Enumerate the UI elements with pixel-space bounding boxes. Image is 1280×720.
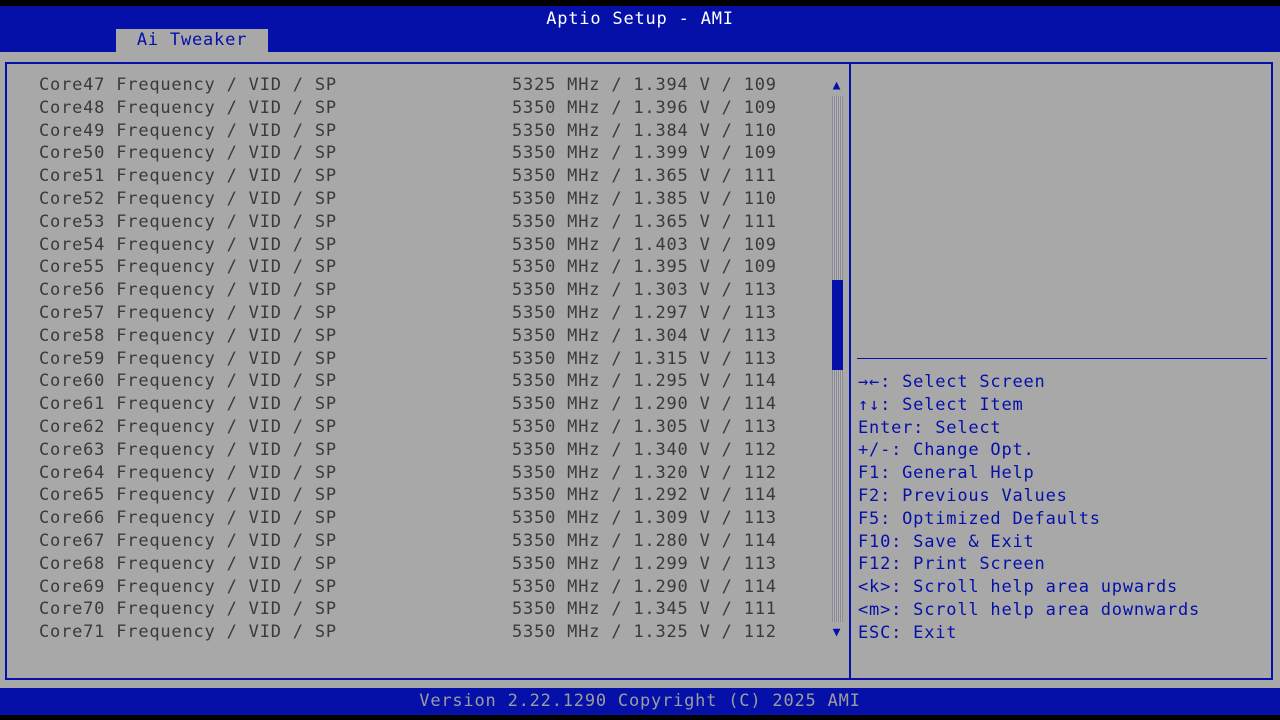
key-help-item: F10: Save & Exit <box>858 531 1035 552</box>
core-row-label: Core54 Frequency / VID / SP <box>39 234 337 255</box>
scroll-down-arrow-icon[interactable]: ▼ <box>830 626 844 640</box>
core-row-value: 5350 MHz / 1.304 V / 113 <box>512 325 777 346</box>
core-row[interactable]: Core49 Frequency / VID / SP 5350 MHz / 1.… <box>39 120 829 143</box>
core-row-label: Core62 Frequency / VID / SP <box>39 417 337 437</box>
version-copyright: Version 2.22.1290 Copyright (C) 2025 AMI <box>419 691 861 711</box>
core-row-label: Core56 Frequency / VID / SP <box>39 280 337 301</box>
core-row-value: 5350 MHz / 1.365 V / 111 <box>512 166 777 187</box>
core-row[interactable]: Core68 Frequency / VID / SP 5350 MHz / 1.… <box>39 553 829 576</box>
core-row-value: 5350 MHz / 1.395 V / 109 <box>512 257 777 278</box>
core-row[interactable]: Core56 Frequency / VID / SP 5350 MHz / 1.… <box>39 279 829 302</box>
help-separator <box>857 358 1267 359</box>
core-row-label: Core57 Frequency / VID / SP <box>39 303 337 323</box>
core-row-label: Core58 Frequency / VID / SP <box>39 325 337 346</box>
core-row[interactable]: Core54 Frequency / VID / SP 5350 MHz / 1.… <box>39 234 829 257</box>
core-row[interactable]: Core66 Frequency / VID / SP 5350 MHz / 1.… <box>39 507 829 530</box>
core-row-label: Core48 Frequency / VID / SP <box>39 97 337 118</box>
core-row-value: 5350 MHz / 1.303 V / 113 <box>512 280 777 301</box>
core-row[interactable]: Core62 Frequency / VID / SP 5350 MHz / 1.… <box>39 416 829 439</box>
core-row[interactable]: Core52 Frequency / VID / SP 5350 MHz / 1.… <box>39 188 829 211</box>
core-row-value: 5350 MHz / 1.325 V / 112 <box>512 622 777 643</box>
core-row-label: Core55 Frequency / VID / SP <box>39 257 337 278</box>
core-row-value: 5350 MHz / 1.305 V / 113 <box>512 417 777 437</box>
core-row[interactable]: Core61 Frequency / VID / SP 5350 MHz / 1.… <box>39 393 829 416</box>
core-row-value: 5350 MHz / 1.315 V / 113 <box>512 348 777 369</box>
core-row[interactable]: Core60 Frequency / VID / SP 5350 MHz / 1.… <box>39 370 829 393</box>
core-row[interactable]: Core48 Frequency / VID / SP 5350 MHz / 1.… <box>39 97 829 120</box>
core-row-value: 5350 MHz / 1.365 V / 111 <box>512 211 777 232</box>
core-row-value: 5350 MHz / 1.295 V / 114 <box>512 371 777 392</box>
core-row-value: 5350 MHz / 1.290 V / 114 <box>512 576 777 597</box>
key-help-item: →←: Select Screen <box>858 372 1046 392</box>
core-row-value: 5350 MHz / 1.403 V / 109 <box>512 234 777 255</box>
core-row-label: Core66 Frequency / VID / SP <box>39 508 337 529</box>
core-row[interactable]: Core67 Frequency / VID / SP 5350 MHz / 1.… <box>39 530 829 553</box>
title-bar: Aptio Setup - AMI Ai Tweaker <box>0 6 1280 52</box>
scroll-up-arrow-icon[interactable]: ▲ <box>830 79 844 93</box>
core-row-value: 5350 MHz / 1.399 V / 109 <box>512 143 777 164</box>
core-row[interactable]: Core51 Frequency / VID / SP 5350 MHz / 1.… <box>39 165 829 188</box>
core-row[interactable]: Core64 Frequency / VID / SP 5350 MHz / 1.… <box>39 462 829 485</box>
core-row-value: 5350 MHz / 1.299 V / 113 <box>512 553 777 574</box>
core-row-label: Core59 Frequency / VID / SP <box>39 348 337 369</box>
core-row-value: 5350 MHz / 1.297 V / 113 <box>512 303 777 323</box>
core-row-label: Core70 Frequency / VID / SP <box>39 599 337 620</box>
core-row-value: 5350 MHz / 1.320 V / 112 <box>512 462 777 483</box>
core-row[interactable]: Core55 Frequency / VID / SP 5350 MHz / 1.… <box>39 256 829 279</box>
key-help-item: F12: Print Screen <box>858 554 1046 575</box>
key-help-item: F2: Previous Values <box>858 486 1068 506</box>
core-row-value: 5350 MHz / 1.385 V / 110 <box>512 189 777 209</box>
core-row-value: 5350 MHz / 1.280 V / 114 <box>512 531 777 551</box>
core-row[interactable]: Core70 Frequency / VID / SP 5350 MHz / 1.… <box>39 598 829 621</box>
core-row-label: Core65 Frequency / VID / SP <box>39 485 337 506</box>
core-row-label: Core60 Frequency / VID / SP <box>39 371 337 392</box>
core-row-value: 5350 MHz / 1.309 V / 113 <box>512 508 777 529</box>
core-row-label: Core61 Frequency / VID / SP <box>39 394 337 415</box>
key-help-item: F5: Optimized Defaults <box>858 508 1101 529</box>
core-row-label: Core68 Frequency / VID / SP <box>39 553 337 574</box>
core-row-label: Core69 Frequency / VID / SP <box>39 576 337 597</box>
tab-ai-tweaker[interactable]: Ai Tweaker <box>116 29 268 52</box>
scrollbar-thumb[interactable] <box>832 280 843 370</box>
core-row-value: 5325 MHz / 1.394 V / 109 <box>512 75 777 95</box>
main-panel: Core47 Frequency / VID / SP 5325 MHz / 1.… <box>0 52 1280 688</box>
core-row[interactable]: Core50 Frequency / VID / SP 5350 MHz / 1.… <box>39 142 829 165</box>
key-help-item: +/-: Change Opt. <box>858 440 1035 461</box>
footer-bar: Version 2.22.1290 Copyright (C) 2025 AMI <box>0 688 1280 715</box>
core-row-label: Core47 Frequency / VID / SP <box>39 75 337 95</box>
core-row-value: 5350 MHz / 1.290 V / 114 <box>512 394 777 415</box>
window-title: Aptio Setup - AMI <box>546 9 734 29</box>
key-help-item: F1: General Help <box>858 463 1035 484</box>
core-row[interactable]: Core58 Frequency / VID / SP 5350 MHz / 1.… <box>39 325 829 348</box>
core-row-value: 5350 MHz / 1.340 V / 112 <box>512 439 777 460</box>
core-row-value: 5350 MHz / 1.384 V / 110 <box>512 120 777 141</box>
core-row-label: Core71 Frequency / VID / SP <box>39 622 337 643</box>
core-row-value: 5350 MHz / 1.292 V / 114 <box>512 485 777 506</box>
core-row[interactable]: Core63 Frequency / VID / SP 5350 MHz / 1.… <box>39 439 829 462</box>
core-row[interactable]: Core57 Frequency / VID / SP 5350 MHz / 1.… <box>39 302 829 325</box>
core-row[interactable]: Core69 Frequency / VID / SP 5350 MHz / 1.… <box>39 576 829 599</box>
key-help-item: <m>: Scroll help area downwards <box>858 600 1201 620</box>
core-row[interactable]: Core65 Frequency / VID / SP 5350 MHz / 1.… <box>39 484 829 507</box>
core-row[interactable]: Core59 Frequency / VID / SP 5350 MHz / 1.… <box>39 348 829 371</box>
key-help-item: Enter: Select <box>858 417 1002 438</box>
core-row-label: Core52 Frequency / VID / SP <box>39 189 337 209</box>
key-help-item: ESC: Exit <box>858 622 958 643</box>
core-row-label: Core50 Frequency / VID / SP <box>39 143 337 164</box>
key-help-item: <k>: Scroll help area upwards <box>858 577 1179 598</box>
core-row-label: Core63 Frequency / VID / SP <box>39 439 337 460</box>
core-row[interactable]: Core53 Frequency / VID / SP 5350 MHz / 1.… <box>39 211 829 234</box>
panel-divider <box>849 62 851 680</box>
core-row-label: Core67 Frequency / VID / SP <box>39 531 337 551</box>
core-row-value: 5350 MHz / 1.345 V / 111 <box>512 599 777 620</box>
core-row-label: Core64 Frequency / VID / SP <box>39 462 337 483</box>
core-row[interactable]: Core71 Frequency / VID / SP 5350 MHz / 1.… <box>39 621 829 644</box>
core-row-value: 5350 MHz / 1.396 V / 109 <box>512 97 777 118</box>
key-help-item: ↑↓: Select Item <box>858 394 1024 415</box>
core-row-label: Core53 Frequency / VID / SP <box>39 211 337 232</box>
core-row-label: Core49 Frequency / VID / SP <box>39 120 337 141</box>
core-row-label: Core51 Frequency / VID / SP <box>39 166 337 187</box>
core-row[interactable]: Core47 Frequency / VID / SP 5325 MHz / 1.… <box>39 74 829 97</box>
